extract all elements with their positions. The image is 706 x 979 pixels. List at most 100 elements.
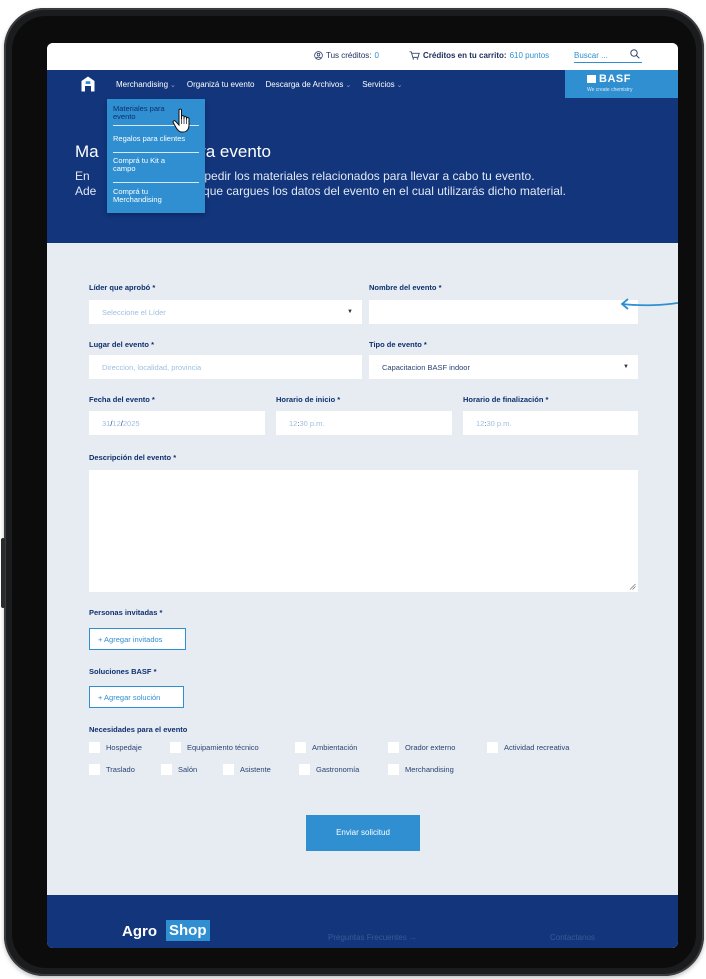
checkbox-label: Salón [178,765,198,774]
need-checkbox-equipamiento[interactable]: Equipamiento técnico [170,742,259,753]
desc-line-1-start: En [75,169,90,183]
solutions-label: Soluciones BASF * [89,667,157,676]
need-checkbox-traslado[interactable]: Traslado [89,764,135,775]
checkbox-box [161,764,172,775]
event-name-input[interactable] [369,300,638,324]
hand-pointer-cursor-icon [172,108,190,133]
leader-placeholder: Seleccione el Líder [102,308,166,317]
agroshop-logo-agro[interactable]: Agro [122,923,157,940]
type-select[interactable]: Capacitacion BASF indoor ▼ [369,355,638,379]
checkbox-box [388,764,399,775]
submit-request-button[interactable]: Enviar solicitud [306,815,420,851]
checkbox-box [89,764,100,775]
start-time-label: Horario de inicio * [276,395,341,404]
need-checkbox-merchandising[interactable]: Merchandising [388,764,454,775]
need-checkbox-orador[interactable]: Orador externo [388,742,455,753]
home-icon[interactable] [81,76,95,92]
date-input[interactable]: 31/12/2025 [89,411,265,435]
desc-line-2-end: nos que cargues los datos del evento en … [180,184,566,198]
credits-indicator[interactable]: Tus créditos: 0 [314,51,379,60]
date-year: 2025 [122,419,140,428]
dropdown-item-kit-campo[interactable]: Comprá tu Kit a campo [113,157,183,173]
pointing-arrow-icon [620,298,678,310]
basf-logo[interactable]: BASF We create chemistry [565,70,678,100]
checkbox-label: Hospedaje [106,743,142,752]
checkbox-box [223,764,234,775]
desc-line-1-end: drás pedir los materiales relacionados p… [177,169,535,183]
needs-label: Necesidades para el evento [89,725,188,734]
dropdown-item-materiales[interactable]: Materiales para evento [113,105,173,121]
end-time-input[interactable]: 12:30 p.m. [463,411,638,435]
checkbox-label: Ambientación [312,743,358,752]
nav-item-organiza-evento[interactable]: Organizá tu evento [187,80,255,89]
desc-line-2-start: Ade [75,184,97,198]
guests-label: Personas invitadas * [89,608,163,617]
event-name-label: Nombre del evento * [369,283,442,292]
side-button [1,538,5,608]
leader-select[interactable]: Seleccione el Líder ▼ [89,300,362,324]
nav-item-descarga-archivos[interactable]: Descarga de Archivos ⌄ [266,80,352,89]
credits-label: Tus créditos: [326,51,372,60]
basf-square-icon [587,75,596,83]
end-minute: 30 p.m. [486,419,512,428]
nav-item-servicios[interactable]: Servicios ⌄ [362,80,402,89]
cart-label: Créditos en tu carrito: [423,51,507,60]
screen: Tus créditos: 0 Créditos en tu carrito: … [47,43,678,948]
nav-item-label: Merchandising [116,79,169,89]
need-checkbox-hospedaje[interactable]: Hospedaje [89,742,142,753]
checkbox-label: Actividad recreativa [504,743,570,752]
dropdown-divider [113,152,199,153]
place-label: Lugar del evento * [89,340,155,349]
chevron-down-icon: ⌄ [345,81,352,89]
add-solution-button[interactable]: + Agregar solución [89,686,184,708]
faq-link[interactable]: Preguntas Frecuentes → [328,933,417,942]
cart-credits-indicator[interactable]: Créditos en tu carrito: 610 puntos [409,51,549,60]
search-icon[interactable] [630,49,640,59]
checkbox-box [89,742,100,753]
top-utility-bar: Tus créditos: 0 Créditos en tu carrito: … [47,43,678,70]
need-checkbox-gastronomia[interactable]: Gastronomía [299,764,359,775]
need-checkbox-actividad[interactable]: Actividad recreativa [487,742,569,753]
nav-item-label: Descarga de Archivos [265,79,344,89]
checkbox-label: Merchandising [405,765,454,774]
start-time-input[interactable]: 12:30 p.m. [276,411,452,435]
need-checkbox-ambientacion[interactable]: Ambientación [295,742,357,753]
chevron-down-icon: ⌄ [170,81,176,89]
checkbox-label: Asistente [240,765,271,774]
start-minute: 30 p.m. [299,419,325,428]
page-title-start: Ma [75,142,99,161]
need-checkbox-asistente[interactable]: Asistente [223,764,271,775]
nav-item-merchandising[interactable]: Merchandising ⌄ [116,80,176,89]
contact-link[interactable]: Contactanos [550,933,595,942]
nav-menu: Merchandising ⌄ Organizá tu evento Descar… [116,70,403,98]
need-checkbox-salon[interactable]: Salón [161,764,197,775]
chevron-down-icon: ⌄ [396,81,403,89]
basf-tagline: We create chemistry [587,87,633,93]
end-time-label: Horario de finalización * [463,395,549,404]
dropdown-item-regalos[interactable]: Regalos para clientes [113,135,201,143]
basf-wordmark: BASF [599,73,631,85]
checkbox-box [388,742,399,753]
place-input[interactable]: Direccion, localidad, provincia [89,355,362,379]
cart-value: 610 puntos [509,51,550,60]
user-circle-icon [314,51,323,60]
dropdown-item-merchandising[interactable]: Comprá tu Merchandising [113,188,175,204]
caret-down-icon: ▼ [623,364,629,370]
checkbox-box [487,742,498,753]
nav-item-label: Servicios [362,79,395,89]
checkbox-box [170,742,181,753]
checkbox-label: Gastronomía [316,765,360,774]
description-textarea[interactable] [89,470,638,592]
add-guests-button[interactable]: + Agregar invitados [89,628,186,650]
type-selected-value: Capacitacion BASF indoor [382,363,470,372]
checkbox-box [299,764,310,775]
resize-handle-icon[interactable] [629,583,636,590]
leader-label: Líder que aprobó * [89,283,156,292]
dropdown-divider [113,182,199,183]
description-label: Descripción del evento * [89,453,177,462]
credits-value: 0 [374,51,379,60]
checkbox-label: Equipamiento técnico [187,743,259,752]
agroshop-logo-shop[interactable]: Shop [166,920,210,941]
type-label: Tipo de evento * [369,340,427,349]
nav-item-label: Organizá tu evento [186,79,255,89]
